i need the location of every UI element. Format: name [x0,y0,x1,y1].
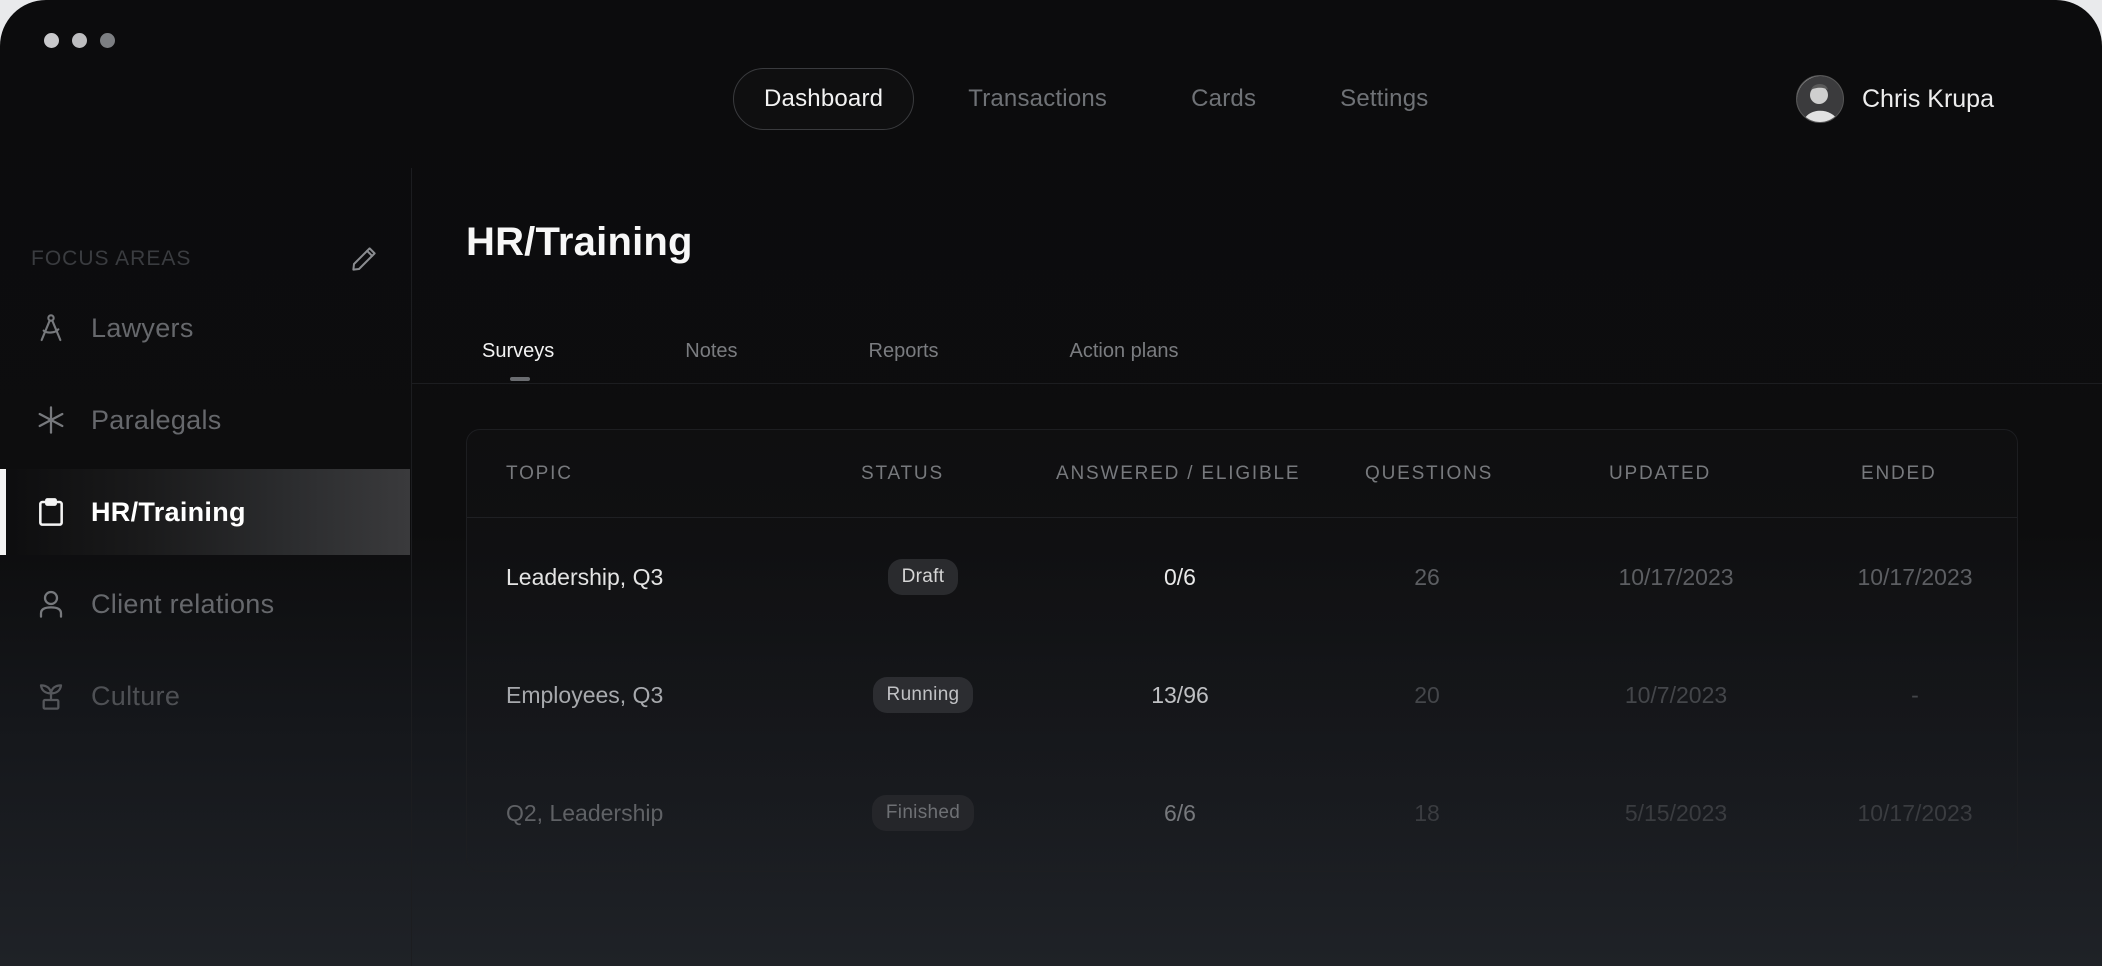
tab-action-plans[interactable]: Action plans [1054,330,1195,379]
column-header-ended[interactable]: ENDED [1861,430,1937,518]
cell-topic: Q2, Leadership [506,799,664,826]
tab-surveys[interactable]: Surveys [466,330,570,381]
status-badge: Draft [887,559,959,595]
sidebar-item-culture[interactable]: Culture [0,653,410,739]
status-badge: Running [872,677,974,713]
app-window: Dashboard Transactions Cards Settings Ch… [0,0,2102,966]
sidebar-item-label: HR/Training [91,496,246,527]
sidebar-item-label: Lawyers [91,312,194,343]
avatar[interactable] [1796,75,1844,123]
table-row[interactable]: Q2, Leadership Finished 6/6 18 5/15/2023… [467,754,2017,872]
sidebar-title: FOCUS AREAS [31,247,192,270]
cell-ended: 10/17/2023 [1857,799,1973,826]
sidebar-item-label: Paralegals [91,404,222,435]
sidebar-header: FOCUS AREAS [31,242,381,276]
cell-answered: 13/96 [1151,681,1209,708]
user-name: Chris Krupa [1862,84,1994,113]
sidebar-item-lawyers[interactable]: Lawyers [0,285,410,371]
column-header-status[interactable]: STATUS [861,430,944,518]
user-menu[interactable]: Chris Krupa [1796,75,1994,123]
minimize-window-button[interactable] [72,33,87,48]
status-badge: Finished [871,795,975,831]
top-navigation: Dashboard Transactions Cards Settings [733,68,1458,130]
cell-topic: Leadership, Q3 [506,563,664,590]
cell-topic: Employees, Q3 [506,681,664,708]
sidebar-item-label: Culture [91,680,181,711]
sidebar-item-client-relations[interactable]: Client relations [0,561,410,647]
nav-settings[interactable]: Settings [1310,68,1458,130]
asterisk-icon [34,403,68,437]
sidebar-item-label: Client relations [91,588,275,619]
cell-questions: 20 [1414,681,1440,708]
cell-status: Running [834,636,1012,754]
column-header-updated[interactable]: UPDATED [1609,430,1711,518]
sidebar-item-hr-training[interactable]: HR/Training [0,469,410,555]
window-controls [44,33,115,48]
compass-icon [34,311,68,345]
nav-dashboard[interactable]: Dashboard [733,68,915,130]
cell-status: Finished [834,754,1012,872]
table-row[interactable]: Leadership, Q3 Draft 0/6 26 10/17/2023 1… [467,518,2017,636]
close-window-button[interactable] [44,33,59,48]
sidebar-item-paralegals[interactable]: Paralegals [0,377,410,463]
cell-updated: 10/17/2023 [1618,563,1734,590]
person-icon [34,587,68,621]
column-header-questions[interactable]: QUESTIONS [1365,430,1493,518]
cell-ended: 10/17/2023 [1857,563,1973,590]
sprout-icon [34,679,68,713]
cell-updated: 10/7/2023 [1624,681,1728,708]
sidebar: FOCUS AREAS Lawyers Paralegals HR/Traini… [0,168,412,966]
tab-reports[interactable]: Reports [853,330,955,379]
column-header-topic[interactable]: TOPIC [506,430,573,518]
cell-updated: 5/15/2023 [1624,799,1728,826]
nav-transactions[interactable]: Transactions [938,68,1137,130]
tabs-divider [412,383,2102,384]
surveys-table: TOPIC STATUS ANSWERED / ELIGIBLE QUESTIO… [466,429,2018,872]
cell-status: Draft [834,518,1012,636]
cell-questions: 26 [1414,563,1440,590]
column-header-answered[interactable]: ANSWERED / ELIGIBLE [1056,430,1300,518]
table-row[interactable]: Employees, Q3 Running 13/96 20 10/7/2023… [467,636,2017,754]
tab-notes[interactable]: Notes [669,330,753,379]
cell-questions: 18 [1414,799,1440,826]
maximize-window-button[interactable] [100,33,115,48]
clipboard-icon [34,495,68,529]
page-title: HR/Training [466,220,693,264]
cell-ended: - [1911,681,1919,708]
edit-focus-areas-button[interactable] [347,242,381,276]
pencil-icon [352,247,376,271]
nav-cards[interactable]: Cards [1161,68,1286,130]
table-header: TOPIC STATUS ANSWERED / ELIGIBLE QUESTIO… [467,430,2017,518]
cell-answered: 6/6 [1164,799,1196,826]
tab-bar: Surveys Notes Reports Action plans [466,330,1195,381]
cell-answered: 0/6 [1164,563,1196,590]
